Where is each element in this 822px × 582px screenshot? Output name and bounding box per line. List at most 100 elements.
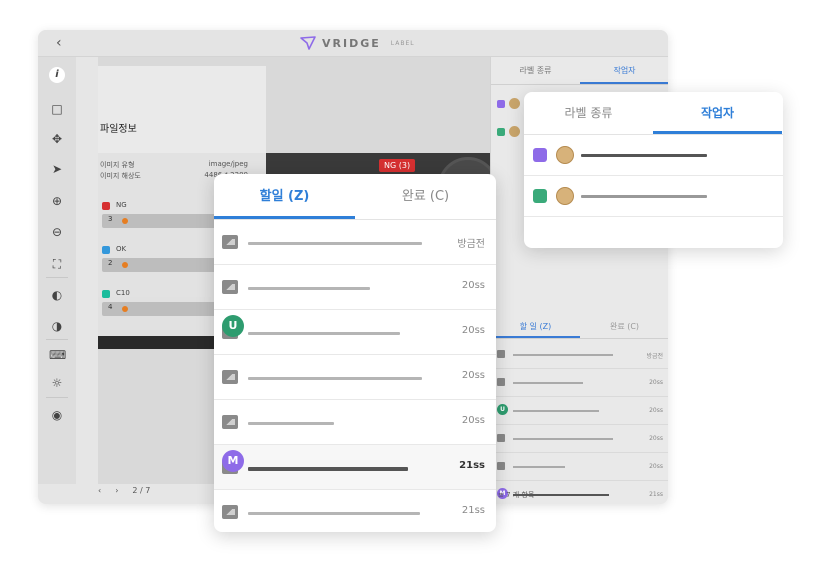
list-item[interactable]: 방금전	[491, 341, 668, 369]
image-icon	[497, 378, 505, 386]
info-key: 이미지 해상도	[100, 172, 141, 180]
avatar	[556, 187, 574, 205]
label-dot	[122, 306, 128, 312]
task-time: 방금전	[457, 239, 485, 250]
filename-placeholder	[248, 287, 370, 290]
image-icon	[497, 350, 505, 358]
rectangle-icon[interactable]: □	[49, 101, 65, 117]
user-badge: M	[222, 450, 244, 472]
list-item[interactable]: 20ss	[491, 425, 668, 453]
image-icon	[222, 370, 238, 384]
worker-row[interactable]	[524, 135, 783, 176]
worker-color-swatch	[533, 189, 547, 203]
filename-placeholder	[248, 422, 334, 425]
pointer-icon[interactable]: ➤	[49, 161, 65, 177]
brightness-icon[interactable]: ◐	[49, 287, 65, 303]
tab-done-mini[interactable]: 완료 (C)	[580, 315, 668, 338]
filename-placeholder	[513, 438, 613, 440]
toolbar-divider	[46, 339, 68, 340]
item-count: ≡ 7 개 항목	[498, 490, 534, 500]
image-icon	[222, 235, 238, 249]
zoom-in-icon[interactable]: ⊕	[49, 193, 65, 209]
filename-placeholder	[248, 377, 422, 380]
list-item[interactable]: U 20ss	[491, 397, 668, 425]
worker-color-swatch	[497, 100, 505, 108]
keyboard-icon[interactable]: ⌨	[49, 347, 66, 363]
robot-icon[interactable]: ◉	[49, 407, 65, 423]
info-key: 이미지 유형	[100, 161, 135, 169]
tool-sidebar: i □ ✥ ➤ ⊕ ⊖ ⛶ ◐ ◑ ⌨ ☼ ◉	[38, 57, 76, 484]
task-row[interactable]: 방금전	[214, 220, 496, 265]
tab-done[interactable]: 완료 (C)	[355, 174, 496, 219]
back-button[interactable]: ‹	[56, 35, 62, 51]
filename-placeholder	[248, 467, 408, 471]
filename-placeholder	[513, 466, 565, 468]
avatar	[509, 126, 520, 137]
worker-row[interactable]	[524, 176, 783, 217]
next-page-button[interactable]: ›	[115, 486, 118, 495]
logo: VRIDGE LABEL	[300, 36, 415, 50]
list-item[interactable]: 20ss	[491, 453, 668, 481]
tab-todo[interactable]: 할일 (Z)	[214, 174, 355, 219]
filter-icon[interactable]: ≡	[498, 491, 504, 499]
tab-todo-mini[interactable]: 할 일 (Z)	[491, 315, 580, 338]
tab-workers[interactable]: 작업자	[653, 92, 782, 134]
image-icon	[222, 505, 238, 519]
image-icon	[222, 415, 238, 429]
zoom-out-icon[interactable]: ⊖	[49, 224, 65, 240]
tab-label-types[interactable]: 라벨 종류	[491, 57, 580, 84]
filename-placeholder	[248, 512, 420, 515]
contrast-icon[interactable]: ◑	[49, 318, 65, 334]
item-time: 21ss	[649, 491, 663, 498]
list-item[interactable]: 20ss	[491, 369, 668, 397]
toolbar-divider	[46, 277, 68, 278]
tab-label-types[interactable]: 라벨 종류	[524, 92, 653, 134]
worker-name-placeholder	[581, 195, 707, 198]
task-row[interactable]: M 21ss	[214, 445, 496, 490]
logo-subtext: LABEL	[390, 39, 415, 47]
label-swatch	[102, 202, 110, 210]
page-indicator: 2 / 7	[132, 486, 151, 495]
move-icon[interactable]: ✥	[49, 131, 65, 147]
task-time: 21ss	[459, 460, 485, 471]
label-count: 4	[108, 303, 113, 311]
task-list-card: 할일 (Z) 완료 (C) 방금전 20ss U 20ss 20ss 20ss M 21ss 2…	[214, 174, 496, 532]
label-name: NG	[116, 201, 127, 209]
label-swatch	[102, 246, 110, 254]
avatar	[509, 98, 520, 109]
label-count: 3	[108, 215, 113, 223]
filename-placeholder	[248, 332, 400, 335]
item-time: 20ss	[649, 379, 663, 386]
info-row: 이미지 유형 image/jpeg	[100, 160, 248, 170]
logo-text: VRIDGE	[322, 36, 381, 50]
ng-label-tag[interactable]: NG (3)	[379, 159, 416, 172]
image-icon	[497, 434, 505, 442]
idea-icon[interactable]: ☼	[49, 375, 65, 391]
filename-placeholder	[513, 410, 599, 412]
image-icon	[497, 462, 505, 470]
image-icon	[222, 280, 238, 294]
prev-page-button[interactable]: ‹	[98, 486, 101, 495]
info-icon[interactable]: i	[49, 67, 65, 83]
file-info-title: 파일정보	[100, 124, 137, 135]
app-header: ‹ VRIDGE LABEL	[38, 30, 668, 57]
label-swatch	[102, 290, 110, 298]
worker-color-swatch	[533, 148, 547, 162]
item-time: 20ss	[649, 407, 663, 414]
task-row[interactable]: 20ss	[214, 355, 496, 400]
task-row[interactable]: U 20ss	[214, 310, 496, 355]
item-time: 방금전	[646, 353, 663, 360]
task-row[interactable]: 20ss	[214, 400, 496, 445]
label-dot	[122, 262, 128, 268]
fit-screen-icon[interactable]: ⛶	[49, 256, 65, 272]
task-tabs-mini: 할 일 (Z) 완료 (C)	[491, 315, 668, 339]
item-count-text: 7 개 항목	[506, 491, 535, 499]
user-badge: U	[222, 315, 244, 337]
task-row[interactable]: 20ss	[214, 265, 496, 310]
task-row[interactable]: 21ss	[214, 490, 496, 532]
tab-workers[interactable]: 작업자	[580, 57, 668, 84]
user-badge: U	[497, 404, 508, 415]
task-time: 20ss	[461, 280, 485, 291]
item-time: 20ss	[649, 463, 663, 470]
info-value: image/jpeg	[208, 160, 248, 168]
